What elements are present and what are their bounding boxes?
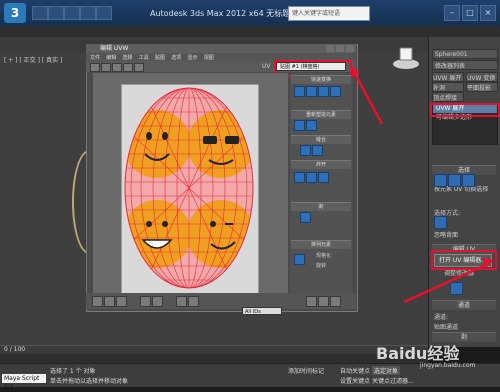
watermark-logo: Baidu经验 xyxy=(376,344,460,363)
arrow-to-open-uv xyxy=(403,261,491,304)
annotation-arrows xyxy=(350,66,494,304)
watermark-url: jingyan.baidu.com xyxy=(420,362,476,369)
arrow-to-map-dropdown xyxy=(352,71,384,125)
